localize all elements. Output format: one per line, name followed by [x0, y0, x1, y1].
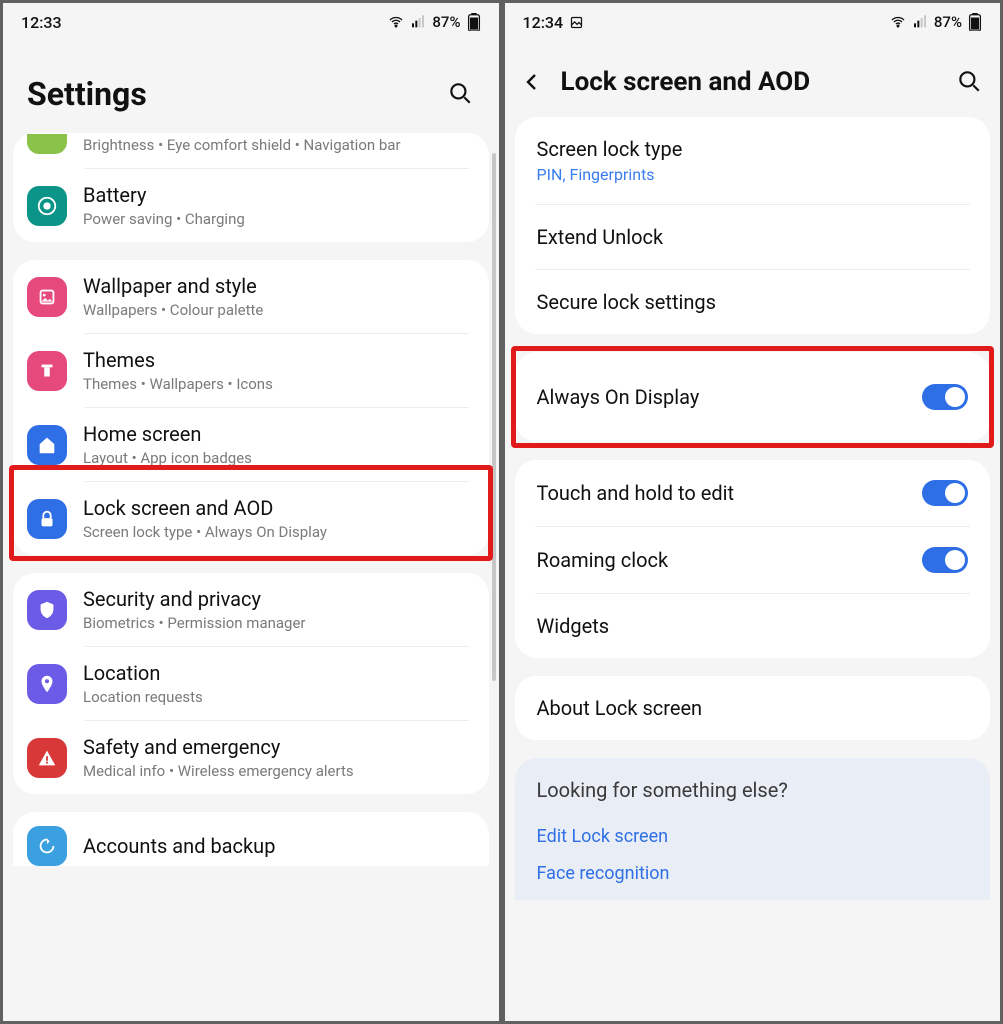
search-icon[interactable] [447, 80, 475, 108]
row-sub: Brightness • Eye comfort shield • Naviga… [83, 136, 471, 154]
row-title: Secure lock settings [537, 290, 969, 314]
wifi-icon [388, 14, 404, 30]
row-sub: Power saving • Charging [83, 210, 471, 228]
emergency-icon [27, 738, 67, 778]
row-sub: PIN, Fingerprints [537, 165, 655, 184]
row-sub: Location requests [83, 688, 471, 706]
row-sub: Wallpapers • Colour palette [83, 301, 471, 319]
battery-icon [467, 13, 481, 31]
row-title: Roaming clock [537, 548, 923, 572]
lock-header: Lock screen and AOD [505, 41, 1001, 117]
status-time: 12:33 [21, 13, 62, 32]
scrollbar[interactable] [492, 153, 496, 681]
row-sub: Medical info • Wireless emergency alerts [83, 762, 471, 780]
settings-list[interactable]: Brightness • Eye comfort shield • Naviga… [3, 133, 499, 1021]
link-edit-lock-screen[interactable]: Edit Lock screen [537, 818, 969, 855]
battery-percent: 87% [934, 13, 962, 31]
row-title: About Lock screen [537, 696, 969, 720]
back-button[interactable] [517, 67, 547, 97]
group-aod: Always On Display [515, 352, 991, 442]
touch-toggle[interactable] [922, 480, 968, 506]
settings-header: Settings [3, 41, 499, 133]
status-bar: 12:34 87% [505, 3, 1001, 41]
row-title: Battery [83, 183, 471, 207]
status-bar: 12:33 87% [3, 3, 499, 41]
row-title: Widgets [537, 614, 969, 638]
row-sub: Biometrics • Permission manager [83, 614, 471, 632]
row-title: Wallpaper and style [83, 274, 471, 298]
status-right: 87% [890, 13, 982, 31]
row-battery[interactable]: Battery Power saving • Charging [13, 169, 489, 242]
wallpaper-icon [27, 277, 67, 317]
group-about: About Lock screen [515, 676, 991, 740]
group-personalization: Wallpaper and style Wallpapers • Colour … [13, 260, 489, 555]
group-display-battery: Brightness • Eye comfort shield • Naviga… [13, 133, 489, 242]
group-lock-extras: Touch and hold to edit Roaming clock Wid… [515, 460, 991, 658]
row-secure-lock-settings[interactable]: Secure lock settings [515, 270, 991, 334]
wifi-icon [890, 14, 906, 30]
row-title: Always On Display [537, 385, 923, 409]
row-display[interactable]: Brightness • Eye comfort shield • Naviga… [13, 133, 489, 168]
themes-icon [27, 351, 67, 391]
battery-percent: 87% [432, 13, 460, 31]
page-title: Settings [27, 75, 447, 113]
row-touch-hold-edit[interactable]: Touch and hold to edit [515, 460, 991, 526]
home-icon [27, 425, 67, 465]
battery-icon [27, 186, 67, 226]
lock-settings-list[interactable]: Screen lock type PIN, Fingerprints Exten… [505, 117, 1001, 1021]
row-sub: Screen lock type • Always On Display [83, 523, 471, 541]
row-wallpaper[interactable]: Wallpaper and style Wallpapers • Colour … [13, 260, 489, 333]
phone-lockscreen: 12:34 87% Lock screen and AOD Screen loc… [502, 0, 1003, 1024]
row-home[interactable]: Home screen Layout • App icon badges [13, 408, 489, 481]
looking-for-section: Looking for something else? Edit Lock sc… [515, 758, 991, 900]
signal-icon [410, 14, 426, 30]
looking-for-title: Looking for something else? [537, 778, 969, 802]
row-title: Extend Unlock [537, 225, 969, 249]
group-lock-basics: Screen lock type PIN, Fingerprints Exten… [515, 117, 991, 334]
row-security[interactable]: Security and privacy Biometrics • Permis… [13, 573, 489, 646]
row-lock[interactable]: Lock screen and AOD Screen lock type • A… [13, 482, 489, 555]
accounts-icon [27, 826, 67, 866]
group-security: Security and privacy Biometrics • Permis… [13, 573, 489, 794]
row-location[interactable]: Location Location requests [13, 647, 489, 720]
row-extend-unlock[interactable]: Extend Unlock [515, 205, 991, 269]
row-sub: Layout • App icon badges [83, 449, 471, 467]
row-roaming-clock[interactable]: Roaming clock [515, 527, 991, 593]
row-title: Themes [83, 348, 471, 372]
battery-icon [968, 13, 982, 31]
page-title: Lock screen and AOD [561, 67, 943, 97]
roaming-toggle[interactable] [922, 547, 968, 573]
group-accounts: Accounts and backup [13, 812, 489, 866]
row-title: Location [83, 661, 471, 685]
row-sub: Themes • Wallpapers • Icons [83, 375, 471, 393]
row-safety[interactable]: Safety and emergency Medical info • Wire… [13, 721, 489, 794]
aod-toggle[interactable] [922, 384, 968, 410]
row-about-lock-screen[interactable]: About Lock screen [515, 676, 991, 740]
search-icon[interactable] [956, 68, 984, 96]
row-widgets[interactable]: Widgets [515, 594, 991, 658]
row-title: Accounts and backup [83, 834, 471, 858]
row-themes[interactable]: Themes Themes • Wallpapers • Icons [13, 334, 489, 407]
link-face-recognition[interactable]: Face recognition [537, 855, 969, 892]
row-screen-lock-type[interactable]: Screen lock type PIN, Fingerprints [515, 117, 991, 204]
status-time: 12:34 [523, 13, 564, 32]
row-title: Lock screen and AOD [83, 496, 471, 520]
display-icon [27, 134, 67, 154]
row-accounts[interactable]: Accounts and backup [13, 812, 489, 866]
row-title: Security and privacy [83, 587, 471, 611]
shield-icon [27, 590, 67, 630]
location-icon [27, 664, 67, 704]
lock-icon [27, 499, 67, 539]
row-title: Home screen [83, 422, 471, 446]
row-title: Safety and emergency [83, 735, 471, 759]
row-title: Screen lock type [537, 137, 683, 161]
phone-settings: 12:33 87% Settings Brightness • Eye comf… [0, 0, 502, 1024]
row-always-on-display[interactable]: Always On Display [515, 356, 991, 438]
screenshot-icon [569, 15, 584, 30]
signal-icon [912, 14, 928, 30]
row-title: Touch and hold to edit [537, 481, 923, 505]
status-right: 87% [388, 13, 480, 31]
